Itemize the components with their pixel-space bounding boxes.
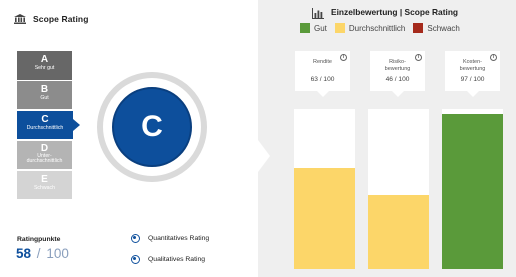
score-bar-fill bbox=[442, 113, 503, 269]
grade-d: D Unter- durchschnittlich bbox=[17, 140, 72, 170]
einzelbewertung-title: Einzelbewertung | Scope Rating bbox=[331, 6, 459, 17]
grade-letter: C bbox=[41, 113, 49, 125]
grade-label: Sehr gut bbox=[34, 65, 55, 71]
option-label: Quantitatives Rating bbox=[148, 235, 210, 242]
bar-chart-icon bbox=[312, 6, 324, 19]
grade-a: A Sehr gut bbox=[17, 51, 72, 80]
card-label: Kosten- bewertung bbox=[459, 59, 486, 72]
rating-points-label: Ratingpunkte bbox=[17, 236, 61, 243]
legend-label: Schwach bbox=[427, 23, 460, 33]
einzelbewertung-header: Einzelbewertung | Scope Rating bbox=[312, 6, 459, 19]
panel-title: Scope Rating bbox=[33, 14, 89, 24]
legend-item-schwach: Schwach bbox=[413, 23, 460, 33]
card-risikobewertung: i Risiko- bewertung 46 / 100 bbox=[370, 51, 425, 97]
score-bar-kostenbewertung bbox=[442, 109, 503, 269]
rating-dial: C bbox=[112, 87, 192, 167]
card-rendite: i Rendite 63 / 100 bbox=[295, 51, 350, 97]
legend-label: Durchschnittlich bbox=[348, 23, 406, 33]
bank-icon bbox=[14, 14, 26, 24]
score-bar-risikobewertung bbox=[368, 109, 429, 269]
grade-label: Gut bbox=[40, 94, 49, 101]
score-bar-fill bbox=[294, 168, 355, 269]
grade-letter: E bbox=[41, 173, 48, 185]
grade-b: B Gut bbox=[17, 80, 72, 110]
rating-points-separator: / bbox=[36, 246, 41, 261]
grade-label: Schwach bbox=[33, 184, 56, 191]
rating-points: 58 / 100 bbox=[16, 246, 69, 261]
legend-item-durchschnittlich: Durchschnittlich bbox=[334, 23, 406, 33]
legend-label: Gut bbox=[314, 23, 327, 33]
card-label: Rendite bbox=[313, 59, 332, 65]
option-qualitative-rating[interactable]: Qualitatives Rating bbox=[131, 255, 205, 264]
grade-letter: A bbox=[40, 54, 49, 65]
card-label: Risiko- bewertung bbox=[384, 59, 411, 72]
grade-label: Unter- durchschnittlich bbox=[26, 152, 63, 165]
legend-swatch-gut bbox=[300, 23, 310, 33]
score-bar-rendite bbox=[294, 109, 355, 269]
rating-scale: A Sehr gut B Gut C Durchschnittlich D Un… bbox=[17, 51, 80, 200]
option-label: Qualitatives Rating bbox=[148, 256, 206, 263]
rating-points-value: 58 bbox=[16, 246, 32, 261]
option-quantitative-rating[interactable]: Quantitatives Rating bbox=[131, 234, 209, 243]
panel-pointer bbox=[258, 140, 270, 172]
radio-icon[interactable] bbox=[131, 255, 140, 264]
grade-letter: B bbox=[40, 83, 49, 95]
legend-swatch-durchschnittlich bbox=[334, 23, 345, 33]
panel-header: Scope Rating bbox=[14, 12, 89, 26]
radio-icon[interactable] bbox=[131, 234, 140, 243]
card-score: 46 / 100 bbox=[385, 76, 410, 83]
legend: Gut Durchschnittlich Schwach bbox=[300, 23, 468, 33]
rating-points-max: 100 bbox=[46, 246, 69, 261]
card-score: 63 / 100 bbox=[310, 76, 335, 83]
grade-c-selected: C Durchschnittlich bbox=[17, 110, 80, 140]
card-score: 97 / 100 bbox=[460, 76, 485, 83]
legend-item-gut: Gut bbox=[300, 23, 327, 33]
legend-swatch-schwach bbox=[413, 23, 424, 33]
grade-label: Durchschnittlich bbox=[26, 124, 64, 131]
grade-e: E Schwach bbox=[17, 170, 72, 200]
card-kostenbewertung: i Kosten- bewertung 97 / 100 bbox=[445, 51, 500, 97]
grade-letter: D bbox=[40, 142, 49, 154]
scope-rating-panel: Scope Rating A Sehr gut B Gut C Durchsch… bbox=[0, 0, 258, 277]
score-bar-fill bbox=[368, 195, 429, 269]
